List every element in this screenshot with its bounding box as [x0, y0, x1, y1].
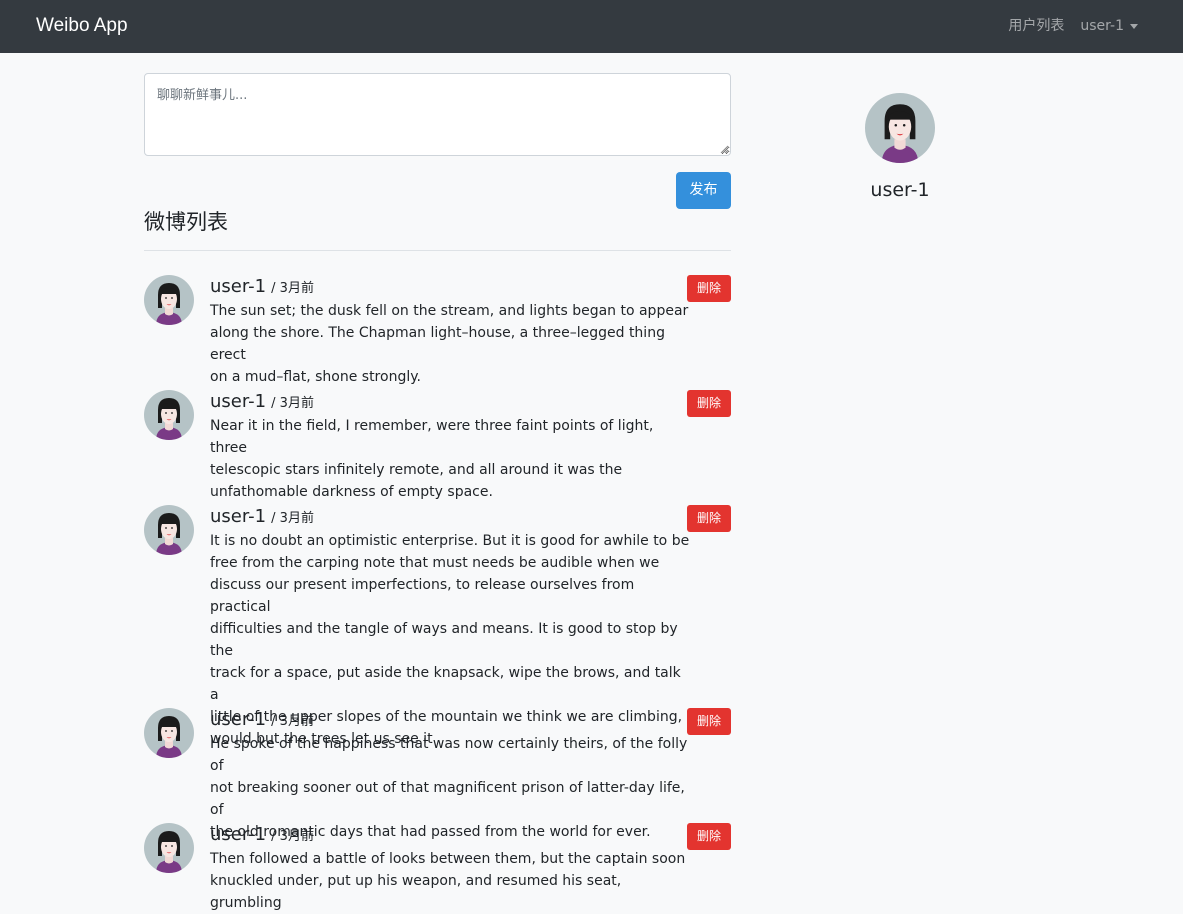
status-composer-input[interactable]	[144, 73, 731, 156]
post-meta: user-1 / 3月前	[210, 708, 690, 732]
post-line: knuckled under, put up his weapon, and r…	[210, 873, 622, 911]
post-username[interactable]: user-1	[210, 824, 266, 845]
meta-separator: /	[271, 714, 280, 729]
post-meta: user-1 / 3月前	[210, 823, 690, 847]
post-username[interactable]: user-1	[210, 276, 266, 297]
post-line: not breaking sooner out of that magnific…	[210, 780, 685, 818]
meta-separator: /	[271, 511, 280, 526]
post-body: user-1 / 3月前 Near it in the field, I rem…	[210, 390, 690, 503]
brand-link[interactable]: Weibo App	[36, 13, 128, 39]
post-content: Then followed a battle of looks between …	[210, 848, 690, 914]
post-line: Near it in the field, I remember, were t…	[210, 418, 654, 456]
post-line: He spoke of the happiness that was now c…	[210, 736, 688, 774]
publish-button[interactable]: 发布	[676, 172, 731, 209]
caret-down-icon	[1130, 23, 1138, 29]
delete-button[interactable]: 删除	[687, 275, 731, 302]
user-avatar[interactable]	[144, 390, 194, 440]
post-content: The sun set; the dusk fell on the stream…	[210, 300, 690, 388]
meta-separator: /	[271, 396, 280, 411]
user-avatar[interactable]	[144, 505, 194, 555]
post-username[interactable]: user-1	[210, 506, 266, 527]
post-line: discuss our present imperfections, to re…	[210, 577, 635, 615]
post-line: telescopic stars infinitely remote, and …	[210, 462, 623, 478]
post-time: 3月前	[279, 511, 314, 526]
post-line: on a mud–flat, shone strongly.	[210, 369, 421, 385]
post-meta: user-1 / 3月前	[210, 505, 690, 529]
meta-separator: /	[271, 281, 280, 296]
post-username[interactable]: user-1	[210, 391, 266, 412]
navbar-right-menu: 用户列表 user-1	[1008, 16, 1138, 36]
post-body: user-1 / 3月前 The sun set; the dusk fell …	[210, 275, 690, 388]
post-time: 3月前	[279, 281, 314, 296]
post-line: Then followed a battle of looks between …	[210, 851, 686, 867]
post-body: user-1 / 3月前 Then followed a battle of l…	[210, 823, 690, 914]
post-time: 3月前	[279, 829, 314, 844]
post-time: 3月前	[279, 396, 314, 411]
user-avatar[interactable]	[144, 275, 194, 325]
post-meta: user-1 / 3月前	[210, 390, 690, 414]
feed-divider	[144, 250, 731, 251]
meta-separator: /	[271, 829, 280, 844]
resize-handle-icon[interactable]	[719, 144, 729, 154]
post-meta: user-1 / 3月前	[210, 275, 690, 299]
delete-button[interactable]: 删除	[687, 708, 731, 735]
users-list-link[interactable]: 用户列表	[1008, 16, 1064, 36]
post-line: free from the carping note that must nee…	[210, 555, 660, 571]
delete-button[interactable]: 删除	[687, 505, 731, 532]
post-line: difficulties and the tangle of ways and …	[210, 621, 678, 659]
user-avatar[interactable]	[144, 823, 194, 873]
user-avatar[interactable]	[144, 708, 194, 758]
post-username[interactable]: user-1	[210, 709, 266, 730]
current-user-label: user-1	[1080, 18, 1124, 34]
post-line: track for a space, put aside the knapsac…	[210, 665, 681, 703]
feed-title: 微博列表	[144, 210, 228, 234]
post-line: The sun set; the dusk fell on the stream…	[210, 303, 689, 319]
delete-button[interactable]: 删除	[687, 823, 731, 850]
post-line: It is no doubt an optimistic enterprise.…	[210, 533, 690, 549]
profile-username[interactable]: user-1	[800, 177, 1000, 203]
post-line: unfathomable darkness of empty space.	[210, 484, 493, 500]
post-time: 3月前	[279, 714, 314, 729]
delete-button[interactable]: 删除	[687, 390, 731, 417]
post-content: Near it in the field, I remember, were t…	[210, 415, 690, 503]
user-dropdown-toggle[interactable]: user-1	[1080, 16, 1138, 36]
top-navbar: Weibo App 用户列表 user-1	[0, 0, 1183, 53]
post-line: along the shore. The Chapman light–house…	[210, 325, 665, 363]
profile-avatar[interactable]	[865, 93, 935, 163]
